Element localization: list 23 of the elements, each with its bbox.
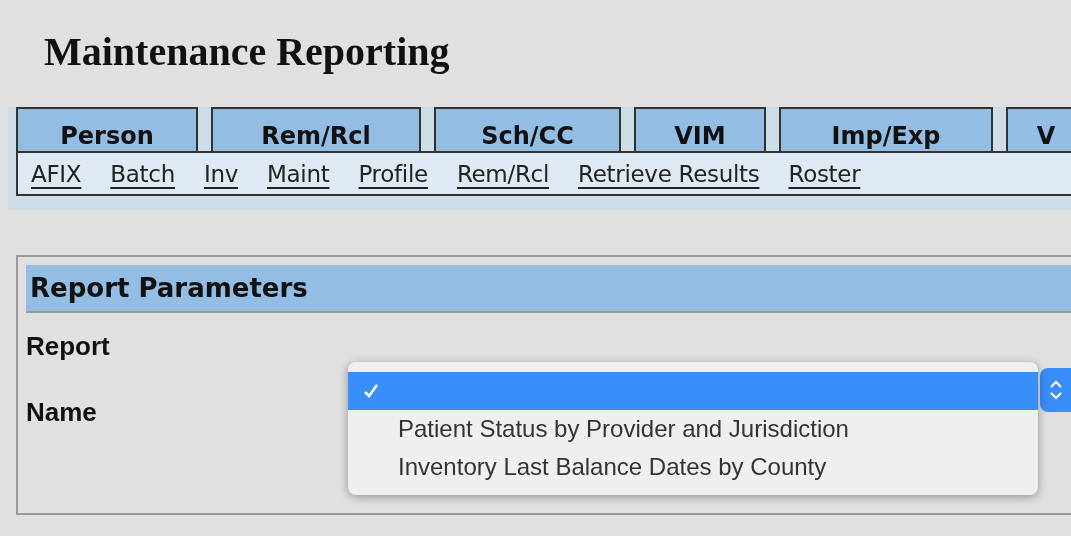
nav-tab[interactable]: Imp/Exp [779, 107, 993, 151]
select-stepper[interactable] [1040, 368, 1071, 412]
subnav-link[interactable]: Maint [267, 160, 330, 187]
nav-tab[interactable]: VIM [634, 107, 766, 151]
subnav-link[interactable]: Inv [203, 160, 238, 187]
subnav-link[interactable]: Retrieve Results [578, 160, 760, 187]
subnav-link[interactable]: Profile [358, 160, 428, 187]
dropdown-option[interactable]: Patient Status by Provider and Jurisdiction [348, 410, 1038, 448]
nav-tab[interactable]: V [1006, 107, 1071, 151]
subnav-link[interactable]: AFIX [31, 160, 82, 187]
nav-tab[interactable]: Sch/CC [434, 107, 621, 151]
up-down-chevron-icon [1049, 378, 1063, 402]
page-title: Maintenance Reporting [43, 28, 451, 76]
nav-tab[interactable]: Rem/Rcl [211, 107, 421, 151]
nav-tab[interactable]: Person [16, 107, 198, 151]
field-label: Name [26, 396, 97, 428]
field-label: Report [26, 330, 110, 362]
subnav-link[interactable]: Rem/Rcl [456, 160, 550, 187]
dropdown-option[interactable]: Inventory Last Balance Dates by County [348, 448, 1038, 486]
subnav-link[interactable]: Roster [788, 160, 861, 187]
panel-header: Report Parameters [26, 265, 1071, 313]
subnav-link[interactable]: Batch [110, 160, 175, 187]
check-icon [362, 382, 380, 400]
